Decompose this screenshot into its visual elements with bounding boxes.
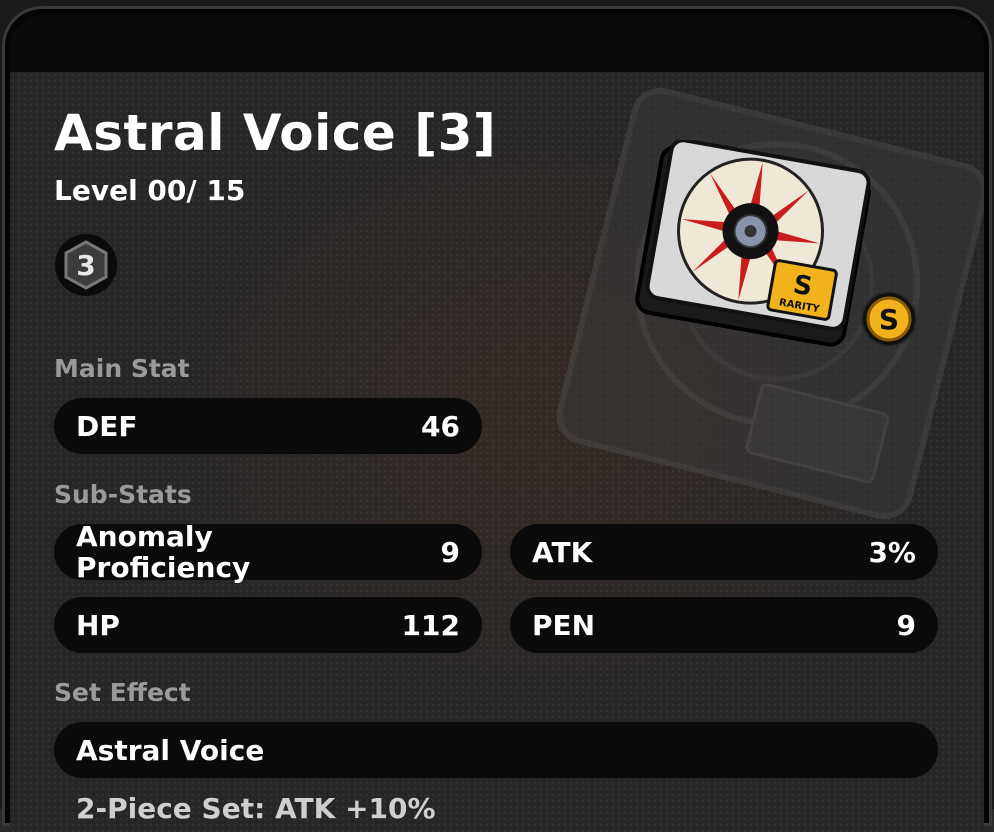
header-bar	[10, 14, 984, 72]
sub-stat-name: HP	[76, 608, 120, 642]
slot-badge-icon: 3	[55, 234, 117, 296]
main-stat-row: DEF 46	[54, 398, 482, 454]
main-stat-value: 46	[421, 409, 460, 443]
sub-stat-value: 9	[440, 535, 460, 569]
sub-stat-row: ATK 3%	[510, 524, 938, 580]
sub-stat-row: PEN 9	[510, 597, 938, 653]
set-effect-label: Set Effect	[54, 678, 191, 707]
rank-s-icon: S	[861, 291, 917, 347]
sub-stat-name: Anomaly Proficiency	[76, 520, 251, 584]
rank-letter: S	[879, 303, 899, 336]
disc-level: Level 00/ 15	[54, 174, 246, 207]
set-name-row: Astral Voice	[54, 722, 938, 778]
sub-stat-value: 9	[896, 608, 916, 642]
sub-stat-value: 3%	[868, 535, 916, 569]
drive-disc-detail-window: Astral Voice [3] Level 00/ 15 3 S RARITY…	[0, 0, 994, 832]
main-stat-label: Main Stat	[54, 354, 190, 383]
drive-disc-image: S RARITY	[635, 140, 871, 347]
slot-badge-number: 3	[76, 249, 95, 282]
sub-stats-label: Sub-Stats	[54, 480, 192, 509]
main-stat-name: DEF	[76, 409, 138, 443]
sub-stat-name: ATK	[532, 535, 593, 569]
set-name: Astral Voice	[76, 733, 265, 767]
disc-title: Astral Voice [3]	[54, 104, 497, 162]
sub-stat-row: HP 112	[54, 597, 482, 653]
sub-stat-value: 112	[401, 608, 460, 642]
sub-stat-name: PEN	[532, 608, 596, 642]
sub-stat-row: Anomaly Proficiency 9	[54, 520, 482, 584]
